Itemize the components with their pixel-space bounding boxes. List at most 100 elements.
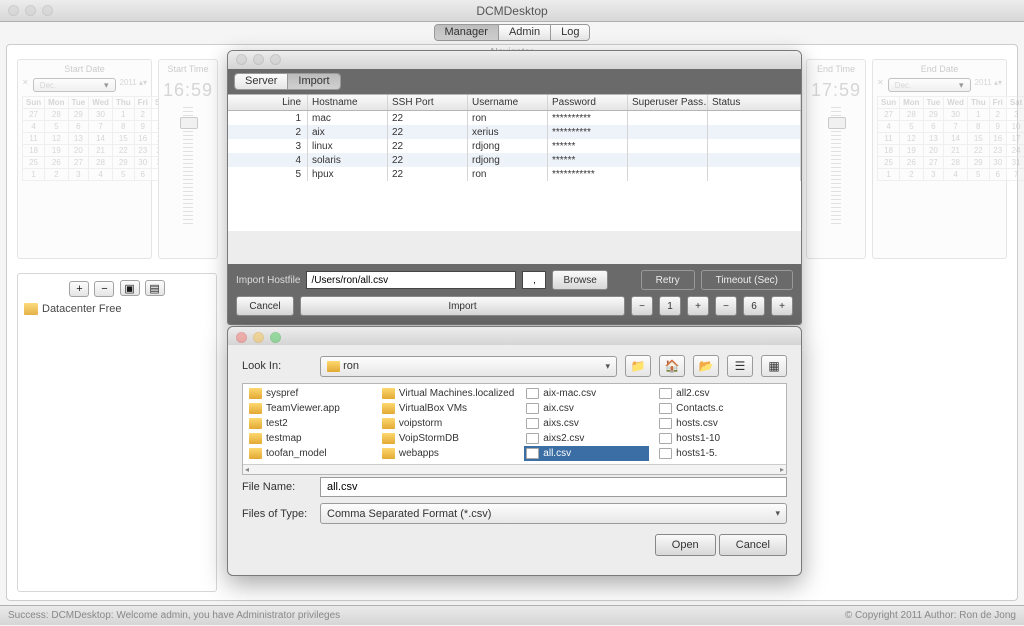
status-message: Success: DCMDesktop: Welcome admin, you … <box>8 606 340 625</box>
filetype-combo[interactable]: Comma Separated Format (*.csv) <box>320 503 787 524</box>
tree-remove-button[interactable]: − <box>94 281 114 297</box>
file-item[interactable]: all2.csv <box>657 386 782 401</box>
close-icon[interactable]: ✕ <box>877 78 884 92</box>
table-header: Line Hostname SSH Port Username Password… <box>228 94 801 111</box>
import-button[interactable]: Import <box>300 296 625 316</box>
tab-import[interactable]: Import <box>288 74 339 89</box>
detail-view-icon[interactable]: ▦ <box>761 355 787 377</box>
timeout-minus[interactable]: − <box>715 296 737 316</box>
lookin-combo[interactable]: ron <box>320 356 617 377</box>
tab-log[interactable]: Log <box>551 25 589 40</box>
file-item[interactable]: testmap <box>247 431 372 446</box>
lookin-value: ron <box>343 360 359 372</box>
cancel-button[interactable]: Cancel <box>236 296 294 316</box>
retry-plus[interactable]: + <box>687 296 709 316</box>
tab-manager[interactable]: Manager <box>435 25 499 40</box>
import-window: Server Import Line Hostname SSH Port Use… <box>227 50 802 325</box>
year-spinner[interactable]: 2011 ▴▾ <box>120 78 147 92</box>
col-hostname[interactable]: Hostname <box>308 95 388 110</box>
list-view-icon[interactable]: ☰ <box>727 355 753 377</box>
status-bar: Success: DCMDesktop: Welcome admin, you … <box>0 605 1024 625</box>
folder-icon <box>382 448 395 459</box>
tab-admin[interactable]: Admin <box>499 25 551 40</box>
col-status[interactable]: Status <box>708 95 801 110</box>
col-password[interactable]: Password <box>548 95 628 110</box>
file-item[interactable]: VoipStormDB <box>380 431 516 446</box>
file-item[interactable]: Virtual Machines.localized <box>380 386 516 401</box>
start-date-label: Start Date <box>22 64 147 74</box>
separator-input[interactable] <box>522 271 546 289</box>
month-combo[interactable]: Dec. <box>888 78 971 92</box>
folder-icon <box>382 433 395 444</box>
file-item[interactable]: aix-mac.csv <box>524 386 649 401</box>
traffic-lights[interactable] <box>236 332 281 343</box>
start-time-value: 16:59 <box>163 80 213 101</box>
file-icon <box>659 388 672 399</box>
file-list[interactable]: sysprefTeamViewer.apptest2testmaptoofan_… <box>242 383 787 475</box>
col-sshport[interactable]: SSH Port <box>388 95 468 110</box>
filename-input[interactable] <box>320 477 787 497</box>
open-button[interactable]: Open <box>655 534 716 556</box>
file-item[interactable]: hosts1-5. <box>657 446 782 461</box>
hostfile-path-input[interactable] <box>306 271 516 289</box>
folder-icon <box>249 448 262 459</box>
new-folder-icon[interactable]: 📂 <box>693 355 719 377</box>
traffic-lights[interactable] <box>236 54 281 65</box>
table-row[interactable]: 4solaris22rdjong****** <box>228 153 801 167</box>
table-row[interactable]: 1mac22ron********** <box>228 111 801 125</box>
file-item[interactable]: hosts1-10 <box>657 431 782 446</box>
file-icon <box>526 433 539 444</box>
file-item[interactable]: aixs2.csv <box>524 431 649 446</box>
table-row[interactable]: 2aix22xerius********** <box>228 125 801 139</box>
folder-icon <box>249 403 262 414</box>
file-item[interactable]: syspref <box>247 386 372 401</box>
close-icon[interactable]: ✕ <box>22 78 29 92</box>
file-item[interactable]: Contacts.c <box>657 401 782 416</box>
traffic-lights <box>8 5 53 16</box>
retry-minus[interactable]: − <box>631 296 653 316</box>
tree-root[interactable]: Datacenter Free <box>24 303 210 315</box>
file-icon <box>526 403 539 414</box>
file-item[interactable]: voipstorm <box>380 416 516 431</box>
file-item[interactable]: TeamViewer.app <box>247 401 372 416</box>
cancel-button[interactable]: Cancel <box>719 534 787 556</box>
retry-button[interactable]: Retry <box>641 270 695 290</box>
dow: Sun <box>23 97 45 109</box>
col-username[interactable]: Username <box>468 95 548 110</box>
up-folder-icon[interactable]: 📁 <box>625 355 651 377</box>
year-spinner[interactable]: 2011 ▴▾ <box>975 78 1002 92</box>
tree-btn-2[interactable]: ▤ <box>145 280 165 296</box>
file-icon <box>659 433 672 444</box>
file-item[interactable]: hosts.csv <box>657 416 782 431</box>
folder-icon <box>327 361 340 372</box>
file-item[interactable]: test2 <box>247 416 372 431</box>
tab-server[interactable]: Server <box>235 74 288 89</box>
file-item[interactable]: aixs.csv <box>524 416 649 431</box>
table-row[interactable]: 3linux22rdjong****** <box>228 139 801 153</box>
folder-icon <box>249 418 262 429</box>
file-item[interactable]: aix.csv <box>524 401 649 416</box>
browse-button[interactable]: Browse <box>552 270 607 290</box>
home-icon[interactable]: 🏠 <box>659 355 685 377</box>
file-item[interactable]: VirtualBox VMs <box>380 401 516 416</box>
tree-add-button[interactable]: + <box>69 281 89 297</box>
timeout-plus[interactable]: + <box>771 296 793 316</box>
lookin-label: Look In: <box>242 360 312 372</box>
tree-btn-1[interactable]: ▣ <box>120 280 140 296</box>
month-combo[interactable]: Dec. <box>33 78 116 92</box>
table-row[interactable]: 5hpux22ron*********** <box>228 167 801 181</box>
end-time-slider[interactable] <box>831 107 841 227</box>
end-time-label: End Time <box>811 64 861 74</box>
horizontal-scrollbar[interactable] <box>243 464 786 474</box>
file-item[interactable]: all.csv <box>524 446 649 461</box>
start-time-label: Start Time <box>163 64 213 74</box>
file-item[interactable]: toofan_model <box>247 446 372 461</box>
tree-panel: + − ▣ ▤ Datacenter Free <box>17 273 217 592</box>
import-hostfile-label: Import Hostfile <box>236 275 300 286</box>
col-superpass[interactable]: Superuser Pass… <box>628 95 708 110</box>
start-time-slider[interactable] <box>183 107 193 227</box>
file-open-dialog: Look In: ron 📁 🏠 📂 ☰ ▦ sysprefTeamViewer… <box>227 326 802 576</box>
col-line[interactable]: Line <box>228 95 308 110</box>
import-toolbar: Import Hostfile Browse Retry Timeout (Se… <box>228 264 801 324</box>
file-item[interactable]: webapps <box>380 446 516 461</box>
